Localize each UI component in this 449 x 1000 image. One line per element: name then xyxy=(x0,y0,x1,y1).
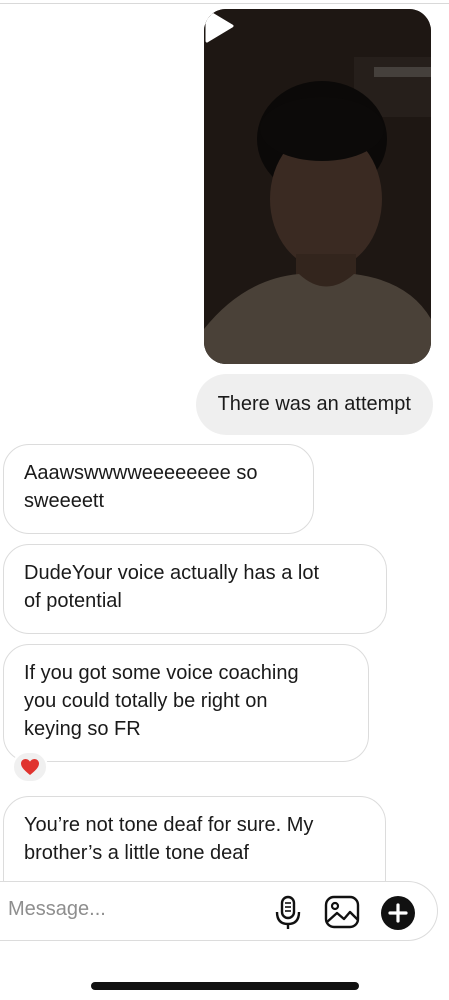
message-line: DudeYour voice actually has a lot xyxy=(24,562,319,584)
message-line: brother’s a little tone deaf xyxy=(24,842,249,864)
message-line: If you got some voice coaching xyxy=(24,662,299,684)
video-thumbnail xyxy=(204,9,431,364)
incoming-message-bubble[interactable]: Aaawswwwweeeeeeee so sweeeett xyxy=(3,444,314,534)
message-line: Aaawswwwweeeeeeee so xyxy=(24,462,258,484)
outgoing-message-bubble[interactable]: There was an attempt xyxy=(195,374,433,435)
heart-reaction-icon xyxy=(21,759,39,775)
message-reaction[interactable] xyxy=(12,751,48,783)
message-line: sweeeett xyxy=(24,490,105,512)
top-divider xyxy=(0,0,449,4)
video-message[interactable] xyxy=(204,9,431,364)
incoming-message-bubble[interactable]: DudeYour voice actually has a lot of pot… xyxy=(3,544,387,634)
message-line: You’re not tone deaf for sure. My xyxy=(24,814,314,836)
gallery-icon[interactable] xyxy=(324,895,360,929)
home-indicator[interactable] xyxy=(91,982,359,990)
play-icon[interactable] xyxy=(204,9,234,43)
outgoing-message-text: There was an attempt xyxy=(217,393,411,415)
message-composer xyxy=(0,881,438,941)
message-line: of potential xyxy=(24,590,122,612)
microphone-icon[interactable] xyxy=(274,895,302,931)
incoming-message-bubble[interactable]: If you got some voice coaching you could… xyxy=(3,644,369,762)
plus-circle-icon[interactable] xyxy=(380,895,416,931)
message-input[interactable] xyxy=(8,898,258,921)
message-line: you could totally be right on xyxy=(24,690,268,712)
message-line: keying so FR xyxy=(24,718,141,740)
